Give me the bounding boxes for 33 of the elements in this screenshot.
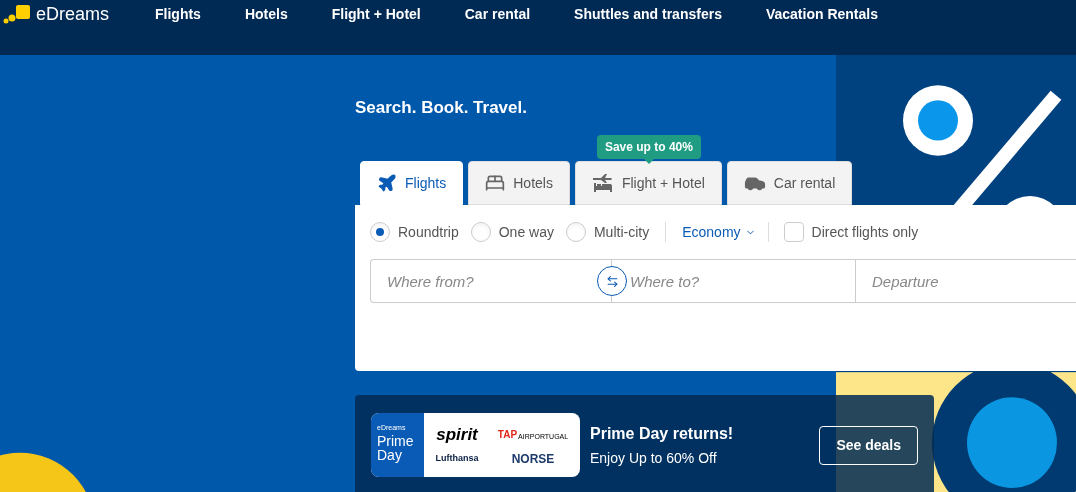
nav-link[interactable]: Shuttles and transfers	[574, 3, 722, 25]
plane-icon	[377, 173, 397, 193]
search-tab[interactable]: Hotels	[468, 161, 570, 205]
cabin-class-dropdown[interactable]: Economy	[670, 221, 768, 243]
airline-logo: Lufthansa	[435, 452, 479, 466]
nav-link[interactable]: Car rental	[464, 3, 531, 25]
direct-flights-checkbox[interactable]: Direct flights only	[783, 221, 919, 243]
plane-and-bed-icon	[591, 173, 614, 193]
badge-title: Prime Day	[377, 433, 415, 462]
trip-type-radio[interactable]: Multi-city	[565, 221, 650, 243]
swap-icon	[605, 274, 619, 288]
banner-title: Prime Day returns!	[590, 423, 734, 444]
logo-icon	[3, 4, 33, 24]
hero-headline: Search. Book. Travel.	[355, 97, 528, 119]
nav-link[interactable]: Hotels	[244, 3, 288, 25]
search-tab[interactable]: Flight + Hotel	[574, 161, 722, 205]
search-input-field[interactable]: Departure	[855, 259, 1076, 303]
search-input-field[interactable]: Where from?	[370, 259, 596, 303]
banner-subtitle: Enjoy Up to 60% Off	[590, 448, 718, 468]
logo-text: eDreams	[36, 2, 110, 26]
search-input-field[interactable]: Where to?	[628, 259, 855, 303]
nav-link[interactable]: Flights	[155, 3, 201, 25]
search-tab[interactable]: Flights	[360, 161, 464, 205]
trip-type-radio[interactable]: One way	[470, 221, 554, 243]
bed-icon	[485, 173, 506, 193]
airline-logo: NORSE	[511, 450, 555, 468]
search-tab[interactable]: Car rental	[726, 161, 853, 205]
nav-link[interactable]: Flight + Hotel	[331, 3, 421, 25]
swap-button[interactable]	[597, 266, 627, 296]
see-deals-button[interactable]: See deals	[819, 425, 918, 465]
airline-logo: spirit	[436, 424, 478, 447]
nav-link[interactable]: Vacation Rentals	[765, 3, 878, 25]
trip-type-radio[interactable]: Roundtrip	[370, 221, 459, 243]
